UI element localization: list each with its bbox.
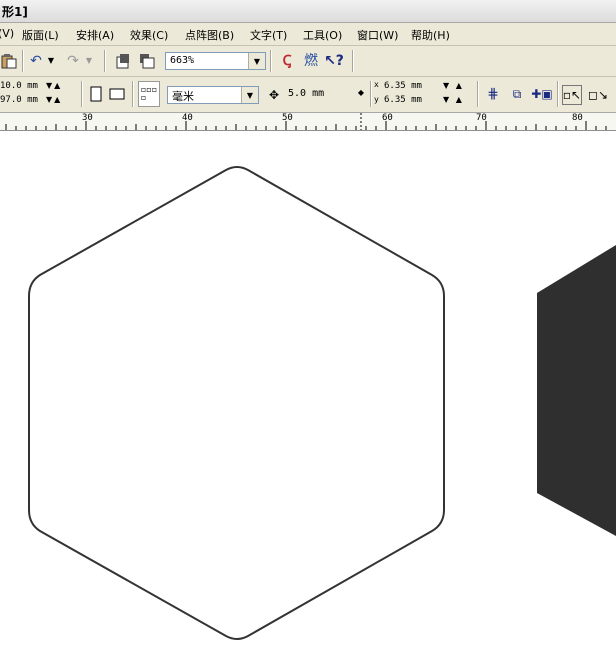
menu-help[interactable]: 帮助(H) (411, 27, 450, 43)
grid-icon[interactable]: ⋕ (484, 85, 502, 103)
zoom-level-value: 663% (170, 55, 195, 66)
chevron-down-icon[interactable]: ▼ (241, 87, 258, 103)
page-width-spinner-icon[interactable]: ▼▲ (46, 81, 62, 90)
ruler-label-30: 30 (82, 113, 93, 123)
duplicate-x-spinner-icon[interactable]: ▼ ▲ (443, 81, 464, 90)
chevron-down-icon[interactable]: ▼ (248, 53, 265, 69)
nudge-spinner-icon[interactable]: ◆ (358, 88, 366, 97)
export-icon[interactable] (138, 52, 156, 70)
portrait-icon[interactable] (88, 85, 104, 103)
ruler-label-40: 40 (182, 113, 193, 123)
menu-arrange[interactable]: 安排(A) (76, 27, 114, 43)
nudge-distance-value: 5.0 mm (288, 88, 325, 99)
menu-layout[interactable]: 版面(L) (22, 27, 59, 43)
corel-launcher-icon[interactable]: Ꞔ (278, 52, 296, 70)
duplicate-y-label: y (374, 95, 379, 104)
menu-text[interactable]: 文字(T) (250, 27, 287, 43)
draw-object-icon[interactable]: ◻↘ (588, 85, 608, 105)
units-value: 毫米 (172, 90, 194, 103)
duplicate-x-label: x (374, 80, 379, 89)
nudge-distance-field[interactable]: 5.0 mm ◆ (284, 86, 366, 104)
menu-view[interactable]: (V) (0, 27, 14, 40)
treat-as-filled-icon[interactable]: ▫↖ (562, 85, 582, 105)
page-width-value[interactable]: 10.0 mm (0, 81, 38, 91)
guidelines-icon[interactable]: ⧉ (508, 85, 526, 103)
filled-hexagon[interactable] (537, 245, 616, 536)
menu-effects[interactable]: 效果(C) (130, 27, 168, 43)
page-height-value[interactable]: 97.0 mm (0, 95, 38, 105)
menu-window[interactable]: 窗口(W) (357, 27, 398, 43)
menu-bitmaps[interactable]: 点阵图(B) (185, 27, 234, 43)
redo-icon: ↷ (67, 53, 79, 69)
undo-dropdown-icon[interactable]: ▼ (46, 53, 56, 69)
page-height-spinner-icon[interactable]: ▼▲ (46, 95, 62, 104)
units-combo[interactable]: 毫米 ▼ (167, 86, 259, 104)
drawing-canvas[interactable] (0, 131, 616, 657)
ruler-label-50: 50 (282, 113, 293, 123)
duplicate-x-value[interactable]: 6.35 mm (384, 81, 422, 91)
duplicate-y-value[interactable]: 6.35 mm (384, 95, 422, 105)
paste-icon[interactable] (0, 52, 18, 70)
menu-bar: (V) 版面(L) 安排(A) 效果(C) 点阵图(B) 文字(T) 工具(O)… (0, 23, 616, 46)
nudge-icon: ✥ (268, 88, 280, 102)
window-title: 形1] (2, 5, 28, 19)
ruler-label-60: 60 (382, 113, 393, 123)
property-bar: 10.0 mm ▼▲ 97.0 mm ▼▲ ▫▫▫ ▫ 毫米 ▼ ✥ 5.0 mm… (0, 77, 616, 113)
standard-toolbar: ↶ ▼ ↷ ▼ 663% ▼ Ꞔ 燃 ↖? (0, 46, 616, 77)
page-layout-icon[interactable]: ▫▫▫ ▫ (138, 81, 160, 107)
landscape-icon[interactable] (108, 85, 126, 103)
redo-dropdown-icon: ▼ (85, 56, 93, 65)
import-icon[interactable] (114, 52, 132, 70)
ruler-label-80: 80 (572, 113, 583, 123)
undo-icon[interactable]: ↶ (28, 52, 44, 70)
menu-tools[interactable]: 工具(O) (303, 27, 342, 43)
ruler-label-70: 70 (476, 113, 487, 123)
duplicate-y-spinner-icon[interactable]: ▼ ▲ (443, 95, 464, 104)
whats-this-help-icon[interactable]: ↖? (324, 52, 344, 70)
rounded-hexagon-outline[interactable] (28, 166, 445, 640)
app-launcher-icon[interactable]: 燃 (300, 52, 322, 70)
title-bar: 形1] (0, 0, 616, 23)
snap-to-objects-icon[interactable]: ✚▣ (531, 85, 552, 103)
zoom-level-combo[interactable]: 663% ▼ (165, 52, 266, 70)
horizontal-ruler[interactable]: 30 40 50 60 70 80 (0, 113, 616, 131)
